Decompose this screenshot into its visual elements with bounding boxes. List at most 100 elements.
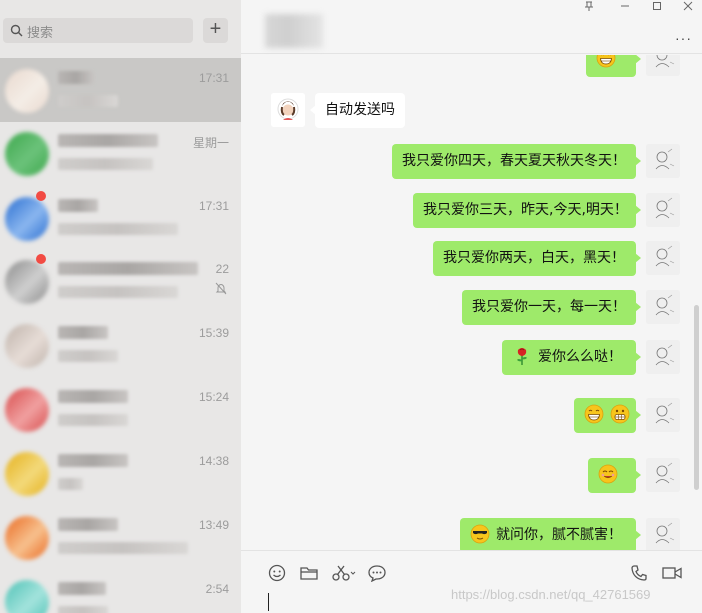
contact-name-blurred	[58, 71, 94, 84]
rose-emoji-icon	[512, 347, 532, 365]
contact-name-blurred	[58, 326, 108, 339]
smirk-emoji-icon	[598, 464, 618, 483]
avatar	[5, 324, 49, 368]
contact-name-blurred	[58, 199, 98, 212]
message-text: 我只爱你两天，白天，黑天！	[443, 250, 625, 266]
chat-list-item[interactable]: 15:39	[0, 313, 241, 377]
emoji-icon[interactable]	[267, 564, 287, 582]
message-bubble[interactable]: 自动发送吗	[310, 93, 405, 128]
voice-call-icon[interactable]	[629, 564, 649, 582]
chat-time: 14:38	[198, 454, 229, 468]
sent-message: 我只爱你三天，昨天,今天,明天！	[241, 193, 702, 231]
watermark-text: https://blog.csdn.net/qq_42761569	[451, 587, 651, 602]
my-avatar[interactable]	[646, 340, 680, 374]
contact-name-blurred	[58, 390, 128, 403]
chat-list-item[interactable]: 13:49	[0, 505, 241, 569]
maximize-icon[interactable]	[642, 0, 672, 14]
message-bubble[interactable]: 我只爱你四天，春天夏天秋天冬天！	[392, 144, 641, 179]
video-call-icon[interactable]	[661, 564, 683, 582]
avatar	[5, 580, 49, 613]
my-avatar[interactable]	[646, 458, 680, 492]
message-bubble[interactable]: 我只爱你两天，白天，黑天！	[433, 241, 641, 276]
add-chat-button[interactable]: +	[203, 18, 228, 43]
last-message-blurred	[58, 542, 188, 554]
sent-message: 我只爱你两天，白天，黑天！	[241, 241, 702, 279]
chat-list-item[interactable]: 17:31	[0, 186, 241, 250]
sent-message	[241, 55, 702, 80]
more-options-button[interactable]: ···	[675, 30, 692, 46]
last-message-blurred	[58, 158, 153, 170]
my-avatar[interactable]	[646, 518, 680, 550]
sent-message: 爱你么么哒！	[241, 340, 702, 378]
chat-list-item[interactable]: 星期一	[0, 121, 241, 185]
sent-message: 我只爱你一天，每一天！	[241, 290, 702, 328]
chat-time: 15:39	[198, 326, 229, 340]
message-text: 我只爱你四天，春天夏天秋天冬天！	[402, 153, 626, 169]
scrollbar[interactable]	[694, 305, 699, 490]
cool-emoji-icon	[470, 524, 490, 543]
last-message-blurred	[58, 223, 178, 235]
last-message-blurred	[58, 606, 108, 613]
message-bubble[interactable]: 就问你，腻不腻害！	[460, 518, 641, 550]
message-text: 爱你么么哒！	[538, 349, 622, 365]
chat-list-item[interactable]: 17:31	[0, 58, 241, 122]
message-bubble[interactable]: 爱你么么哒！	[502, 340, 641, 375]
chat-header: ···	[241, 0, 702, 54]
last-message-blurred	[58, 286, 178, 298]
last-message-blurred	[58, 350, 118, 362]
avatar	[5, 197, 49, 241]
chat-time: 17:31	[198, 199, 229, 213]
avatar	[5, 69, 49, 113]
message-bubble[interactable]	[574, 398, 641, 433]
contact-name-blurred	[58, 454, 128, 467]
message-bubble[interactable]: 我只爱你一天，每一天！	[462, 290, 641, 325]
avatar	[5, 388, 49, 432]
minimize-icon[interactable]	[610, 0, 640, 14]
chat-list-item[interactable]: 15:24	[0, 377, 241, 441]
chat-time: 22	[215, 262, 229, 276]
my-avatar[interactable]	[646, 241, 680, 275]
grin-emoji-icon	[596, 55, 616, 67]
search-placeholder: 搜索	[27, 26, 54, 41]
contact-name-blurred	[58, 582, 106, 595]
pin-icon[interactable]	[574, 0, 604, 14]
unread-badge	[36, 254, 46, 264]
my-avatar[interactable]	[646, 144, 680, 178]
message-text: 我只爱你三天，昨天,今天,明天！	[423, 202, 628, 218]
message-list[interactable]: 自动发送吗我只爱你四天，春天夏天秋天冬天！ 我只爱你三天，昨天,今天,明天！ 我只爱…	[241, 55, 702, 550]
message-bubble[interactable]	[586, 55, 641, 77]
message-text: 我只爱你一天，每一天！	[472, 299, 626, 315]
last-message-blurred	[58, 95, 118, 107]
chat-time: 2:54	[205, 582, 229, 596]
contact-name-blurred	[58, 518, 118, 531]
grimace-emoji-icon	[610, 404, 630, 423]
avatar	[5, 132, 49, 176]
search-input[interactable]: 搜索	[3, 18, 193, 43]
message-bubble[interactable]: 我只爱你三天，昨天,今天,明天！	[413, 193, 641, 228]
avatar	[5, 452, 49, 496]
message-bubble[interactable]	[588, 458, 641, 493]
avatar	[5, 260, 49, 304]
chat-list-item[interactable]: 22	[0, 249, 241, 313]
folder-icon[interactable]	[299, 564, 319, 582]
my-avatar[interactable]	[646, 290, 680, 324]
screenshot-scissors-icon[interactable]	[331, 564, 357, 582]
my-avatar[interactable]	[646, 398, 680, 432]
sent-message: 我只爱你四天，春天夏天秋天冬天！	[241, 144, 702, 182]
chat-list-item[interactable]: 14:38	[0, 441, 241, 505]
my-avatar[interactable]	[646, 55, 680, 76]
contact-name-blurred	[58, 134, 158, 147]
chat-time: 15:24	[198, 390, 229, 404]
message-text: 就问你，腻不腻害！	[496, 527, 622, 543]
chat-time: 17:31	[198, 71, 229, 85]
chat-list-item[interactable]: 2:54	[0, 569, 241, 613]
message-composer[interactable]: https://blog.csdn.net/qq_42761569	[241, 550, 702, 613]
grin-emoji-icon	[584, 404, 604, 423]
close-icon[interactable]	[673, 0, 702, 14]
contact-avatar[interactable]	[271, 93, 305, 127]
mute-bell-icon	[215, 282, 227, 295]
my-avatar[interactable]	[646, 193, 680, 227]
chat-list-sidebar: 搜索 + 17:31 星期一 17:31 22 15:39 15:24 14:38 13:49…	[0, 0, 241, 613]
chat-bubble-icon[interactable]	[367, 564, 387, 582]
search-icon	[10, 24, 23, 37]
